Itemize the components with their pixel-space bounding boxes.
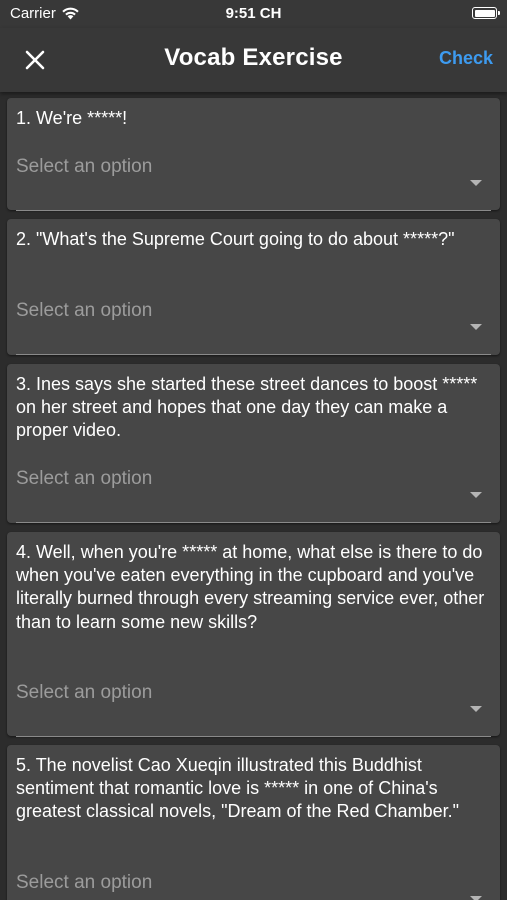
question-text-1: 1. We're *****!: [16, 108, 128, 128]
answer-dropdown-2[interactable]: Select an option: [16, 296, 491, 355]
chevron-down-icon: [470, 180, 482, 186]
battery-icon: [472, 7, 500, 19]
answer-dropdown-3[interactable]: Select an option: [16, 464, 491, 523]
status-time: 9:51 CH: [225, 5, 282, 22]
question-card-5: 5. The novelist Cao Xueqin illustrated t…: [7, 745, 500, 900]
close-button[interactable]: [19, 44, 51, 76]
status-bar: Carrier 9:51 CH: [0, 0, 507, 28]
chevron-down-icon: [470, 896, 482, 900]
chevron-down-icon: [470, 492, 482, 498]
question-text-3: 3. Ines says she started these street da…: [16, 374, 478, 441]
dropdown-placeholder: Select an option: [16, 300, 153, 321]
dropdown-placeholder: Select an option: [16, 872, 153, 893]
page-title: Vocab Exercise: [164, 44, 343, 71]
question-card-2: 2. "What's the Supreme Court going to do…: [7, 219, 500, 355]
question-text-2: 2. "What's the Supreme Court going to do…: [16, 229, 455, 249]
check-button[interactable]: Check: [439, 48, 493, 69]
chevron-down-icon: [470, 324, 482, 330]
answer-dropdown-5[interactable]: Select an option: [16, 868, 491, 900]
question-text-4: 4. Well, when you're ***** at home, what…: [16, 542, 485, 632]
chevron-down-icon: [470, 706, 482, 712]
answer-dropdown-1[interactable]: Select an option: [16, 152, 491, 211]
question-card-1: 1. We're *****! Select an option: [7, 98, 500, 211]
close-icon: [25, 50, 45, 70]
question-text-5: 5. The novelist Cao Xueqin illustrated t…: [16, 755, 459, 822]
dropdown-placeholder: Select an option: [16, 156, 153, 177]
question-card-3: 3. Ines says she started these street da…: [7, 364, 500, 523]
dropdown-placeholder: Select an option: [16, 682, 153, 703]
nav-bar: Vocab Exercise Check: [0, 28, 507, 92]
exercise-list[interactable]: 1. We're *****! Select an option 2. "Wha…: [0, 92, 507, 900]
answer-dropdown-4[interactable]: Select an option: [16, 678, 491, 737]
question-card-4: 4. Well, when you're ***** at home, what…: [7, 532, 500, 737]
dropdown-placeholder: Select an option: [16, 468, 153, 489]
